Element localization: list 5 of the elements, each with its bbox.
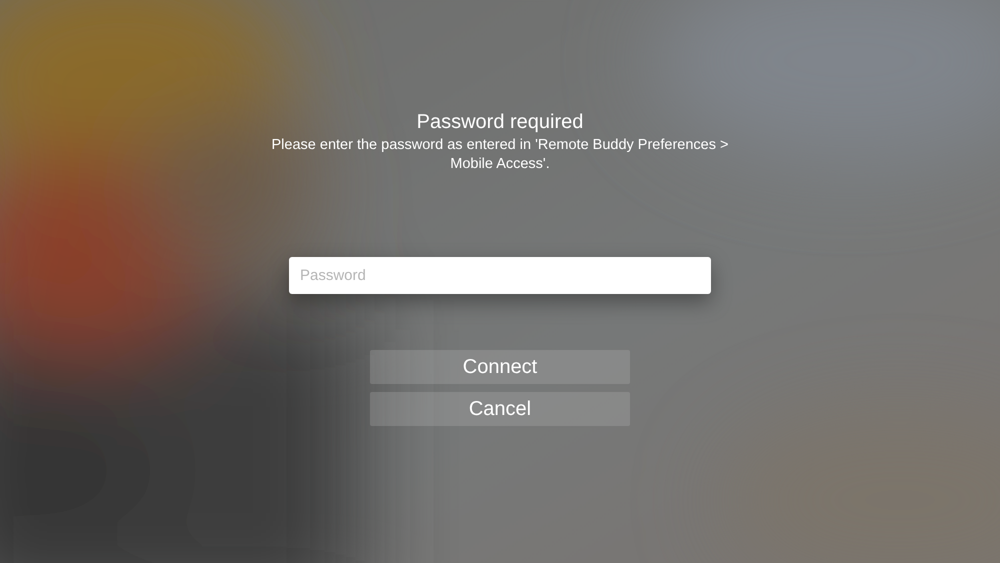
password-field[interactable]: Password [289,257,711,294]
dialog-title: Password required [416,110,584,135]
cancel-button[interactable]: Cancel [370,392,630,426]
connect-button[interactable]: Connect [370,350,630,384]
dialog-message: Please enter the password as entered in 'Remote Buddy Preferences > Mobile Access'. [270,136,730,174]
